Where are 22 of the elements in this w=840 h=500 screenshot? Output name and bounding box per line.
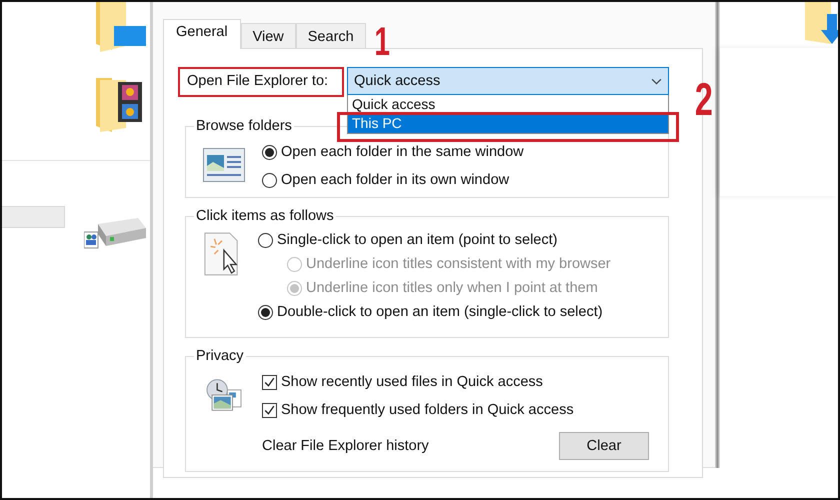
option-label: Open each folder in the same window xyxy=(281,144,524,160)
dropdown[interactable]: Quick access xyxy=(347,67,669,95)
step-number: 1 xyxy=(374,22,390,62)
clear-button[interactable]: Clear xyxy=(559,432,649,460)
step-number: 2 xyxy=(694,76,713,122)
group-title: Browse folders xyxy=(195,118,293,134)
clear-history-label: Clear File Explorer history xyxy=(262,438,429,454)
checkbox-label: Show frequently used folders in Quick access xyxy=(281,402,574,418)
option-label: Open each folder in its own window xyxy=(281,172,510,188)
dropdown-option[interactable]: This PC xyxy=(348,113,668,133)
dropdown-option[interactable]: Quick access xyxy=(348,95,668,113)
option-label: Underline icon titles consistent with my browser xyxy=(306,256,611,272)
tab[interactable]: View xyxy=(240,23,296,48)
group-title: Click items as follows xyxy=(195,208,335,224)
tab[interactable]: Search xyxy=(296,23,366,48)
tab[interactable]: General xyxy=(163,19,241,49)
group-title: Privacy xyxy=(195,348,245,364)
checkbox-label: Show recently used files in Quick access xyxy=(281,374,543,390)
option-label: Underline icon titles only when I point at them xyxy=(306,280,598,296)
field-label: Open File Explorer to: xyxy=(187,73,328,89)
option-label: Double-click to open an item (single-click to select) xyxy=(277,304,603,320)
option-label: Single-click to open an item (point to select) xyxy=(277,232,558,248)
